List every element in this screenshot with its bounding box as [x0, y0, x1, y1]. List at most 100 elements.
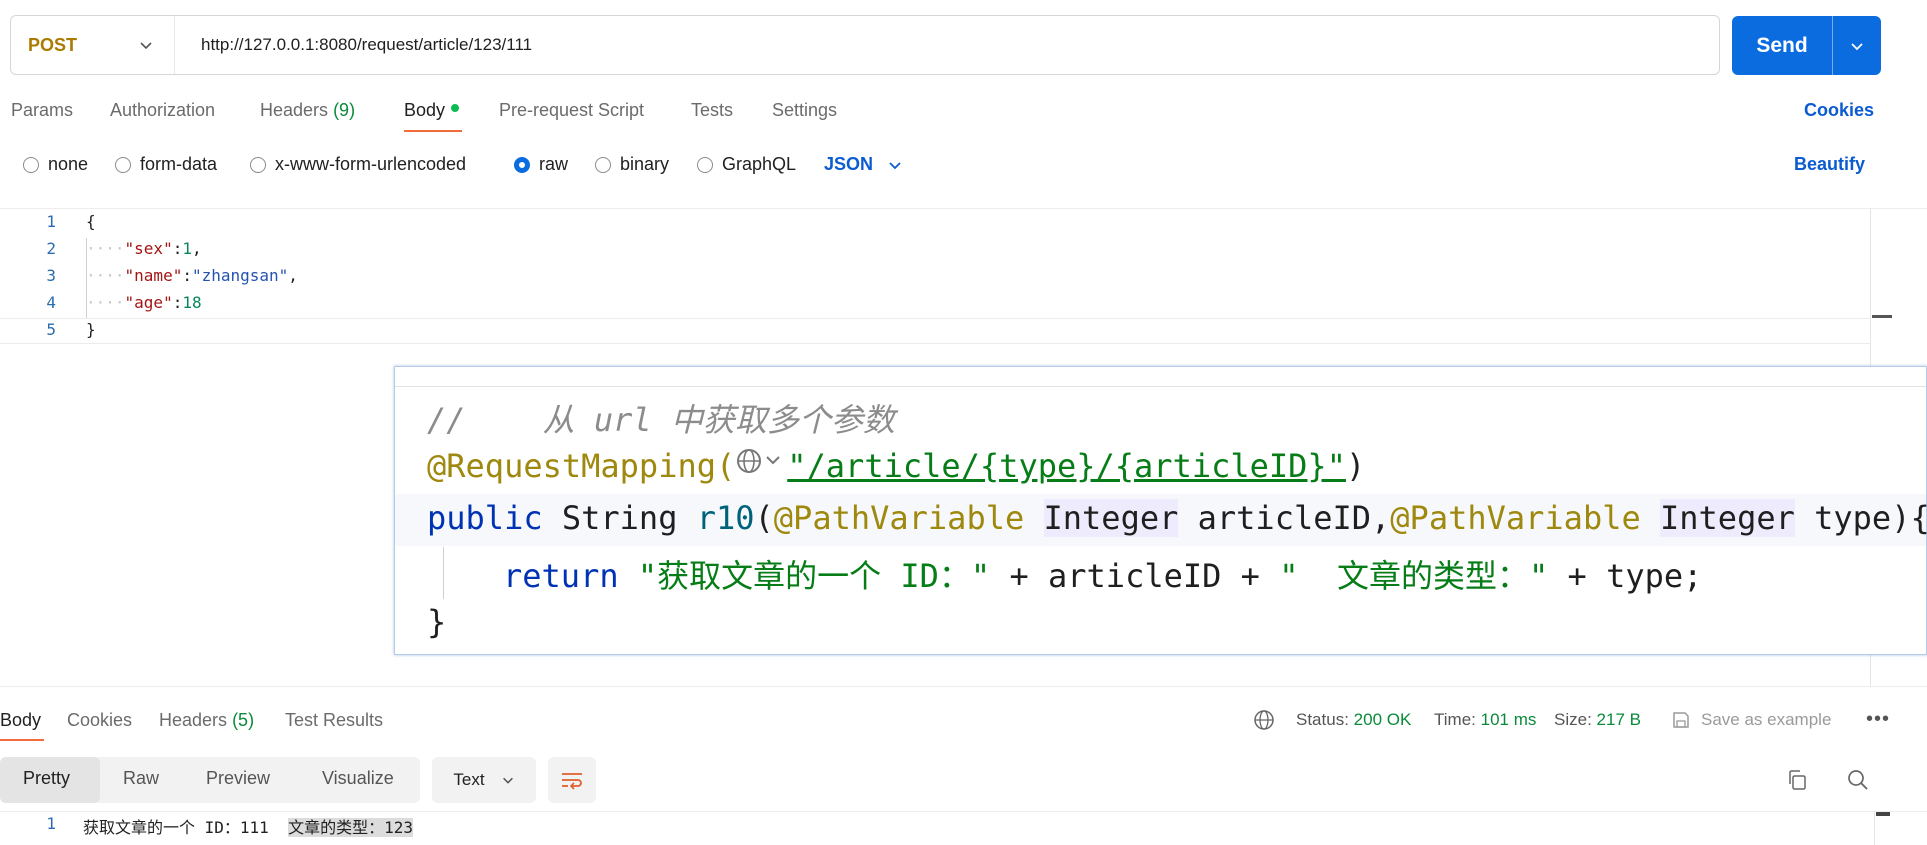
radio-circle	[697, 156, 713, 173]
text-format-select[interactable]: Text	[432, 757, 536, 803]
view-preview-button[interactable]: Preview	[206, 768, 270, 789]
radio-form-data[interactable]: form-data	[115, 154, 217, 175]
snippet-close-brace: }	[427, 603, 447, 641]
time-value: 101 ms	[1480, 710, 1537, 729]
view-raw-button[interactable]: Raw	[123, 768, 159, 789]
radio-circle	[595, 156, 611, 173]
wrap-lines-icon	[562, 773, 582, 790]
radio-none[interactable]: none	[23, 154, 88, 175]
time-indicator[interactable]: Time: 101 ms	[1434, 710, 1536, 730]
snippet-mapping-path: "/article/{type}/{articleID}"	[787, 447, 1346, 485]
status-value: 200 OK	[1353, 710, 1412, 729]
chevron-down-icon	[502, 777, 513, 784]
body-active-dot	[451, 104, 460, 113]
code-line-2[interactable]: ····"sex":1,	[86, 239, 202, 258]
cookies-link[interactable]: Cookies	[1804, 100, 1874, 121]
url-input[interactable]: http://127.0.0.1:8080/request/article/12…	[175, 35, 532, 55]
radio-circle	[250, 156, 266, 173]
snippet-expression: + type;	[1567, 557, 1703, 595]
snippet-keyword: return	[503, 557, 619, 595]
snippet-string: " 文章的类型："	[1279, 557, 1549, 595]
response-tab-cookies[interactable]: Cookies	[67, 710, 132, 731]
save-icon	[1673, 712, 1689, 728]
line-number: 1	[46, 212, 56, 231]
tab-body[interactable]: Body	[404, 100, 460, 121]
wrap-lines-button[interactable]	[548, 757, 596, 803]
radio-circle	[23, 156, 39, 173]
chevron-down-icon	[140, 42, 152, 50]
tab-headers[interactable]: Headers (9)	[260, 100, 355, 121]
tab-body-label: Body	[404, 100, 446, 120]
radio-urlencoded[interactable]: x-www-form-urlencoded	[250, 154, 466, 175]
snippet-indent-guide	[443, 547, 444, 599]
response-body-highlight: 文章的类型：123	[288, 818, 413, 837]
tab-params[interactable]: Params	[11, 100, 73, 121]
format-select[interactable]: JSON	[824, 154, 903, 175]
code-line-3[interactable]: ····"name":"zhangsan",	[86, 266, 298, 285]
copy-icon[interactable]	[1785, 768, 1809, 797]
snippet-paren: )	[1345, 447, 1366, 485]
snippet-paren: (	[754, 499, 774, 537]
more-horizontal-icon[interactable]: •••	[1866, 708, 1890, 731]
send-button[interactable]: Send	[1732, 16, 1832, 75]
response-tab-headers-count: (5)	[232, 710, 255, 730]
snippet-type: Integer	[1043, 499, 1179, 537]
send-options-button[interactable]	[1832, 16, 1881, 75]
snippet-comment: // 从 url 中获取多个参数	[427, 401, 895, 439]
json-key: "name"	[124, 266, 183, 285]
json-number: 1	[182, 239, 192, 258]
indent-guide-line	[86, 238, 87, 318]
code-line-5[interactable]: }	[86, 320, 96, 339]
send-button-group: Send	[1732, 16, 1881, 75]
tab-tests[interactable]: Tests	[691, 100, 733, 121]
response-tab-test-results[interactable]: Test Results	[285, 710, 383, 731]
time-label: Time:	[1434, 710, 1476, 729]
current-line-highlight	[0, 318, 1870, 344]
code-line-1[interactable]: {	[86, 212, 96, 231]
snippet-method-signature: public String r10(@PathVariable Integer …	[427, 499, 1927, 537]
json-brace: {	[86, 212, 96, 231]
line-number: 5	[46, 320, 56, 339]
method-select[interactable]: POST	[11, 16, 175, 74]
globe-icon[interactable]	[1253, 709, 1275, 736]
radio-graphql[interactable]: GraphQL	[697, 154, 796, 175]
snippet-expression: + articleID +	[1009, 557, 1260, 595]
snippet-return-line: return "获取文章的一个 ID：" + articleID + " 文章的…	[503, 551, 1702, 597]
response-divider	[0, 686, 1927, 687]
line-number: 4	[46, 293, 56, 312]
tab-authorization[interactable]: Authorization	[110, 100, 215, 121]
globe-icon	[735, 446, 787, 484]
radio-raw[interactable]: raw	[514, 154, 568, 175]
snippet-keyword: public	[427, 499, 543, 537]
radio-raw-label: raw	[539, 154, 569, 174]
response-scrollbar[interactable]	[1874, 811, 1892, 845]
response-body-text[interactable]: 获取文章的一个 ID：111 文章的类型：123	[83, 814, 413, 838]
search-icon[interactable]	[1846, 768, 1870, 797]
chevron-down-icon	[889, 161, 901, 169]
response-tab-headers[interactable]: Headers (5)	[159, 710, 254, 731]
save-as-example-label: Save as example	[1701, 710, 1832, 729]
radio-binary[interactable]: binary	[595, 154, 669, 175]
indent-guide: ····	[86, 293, 125, 312]
save-as-example-button[interactable]: Save as example	[1671, 710, 1831, 730]
beautify-button[interactable]: Beautify	[1794, 154, 1865, 175]
status-indicator[interactable]: Status: 200 OK	[1296, 710, 1411, 730]
view-pretty-button[interactable]: Pretty	[23, 768, 70, 789]
size-value: 217 B	[1596, 710, 1641, 729]
tab-pre-request-script[interactable]: Pre-request Script	[499, 100, 644, 121]
code-line-4[interactable]: ····"age":18	[86, 293, 202, 312]
json-key: "sex"	[124, 239, 173, 258]
snippet-type: Integer	[1660, 499, 1795, 537]
radio-form-data-label: form-data	[140, 154, 218, 174]
scrollbar-marker	[1872, 315, 1892, 318]
snippet-request-mapping: @RequestMapping("/article/{type}/{articl…	[427, 447, 1365, 487]
line-number: 2	[46, 239, 56, 258]
response-body-part: 获取文章的一个 ID：111	[83, 818, 269, 837]
method-label: POST	[28, 34, 78, 55]
tab-settings[interactable]: Settings	[772, 100, 837, 121]
response-tab-body[interactable]: Body	[0, 710, 41, 731]
size-indicator[interactable]: Size: 217 B	[1554, 710, 1641, 730]
view-visualize-button[interactable]: Visualize	[322, 768, 394, 789]
json-string: "zhangsan"	[191, 266, 289, 285]
tab-headers-label: Headers	[260, 100, 329, 120]
